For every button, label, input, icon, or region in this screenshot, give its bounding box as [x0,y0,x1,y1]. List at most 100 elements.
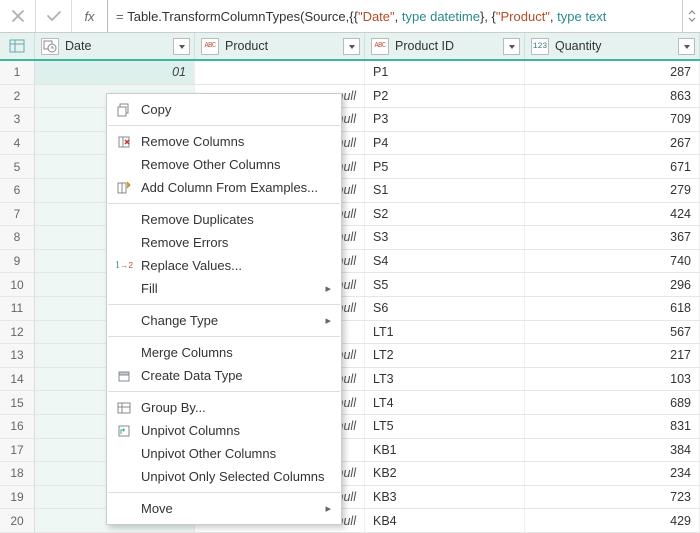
cell-date[interactable]: 01 [35,61,195,84]
column-header-date[interactable]: Date [35,33,195,59]
formula-input[interactable]: = Table.TransformColumnTypes(Source,{{"D… [108,0,682,32]
row-number[interactable]: 5 [0,155,35,178]
cell-productid[interactable]: KB3 [365,486,525,509]
row-number[interactable]: 10 [0,273,35,296]
cell-quantity[interactable]: 217 [525,344,700,367]
menu-group-by[interactable]: Group By... [107,396,341,419]
row-number[interactable]: 8 [0,226,35,249]
cell-quantity[interactable]: 296 [525,273,700,296]
cell-productid[interactable]: S4 [365,250,525,273]
table-corner[interactable] [0,33,35,59]
cell-productid[interactable]: S3 [365,226,525,249]
table-row[interactable]: 13nullLT2217 [0,344,700,368]
menu-remove-errors[interactable]: Remove Errors [107,231,341,254]
row-number[interactable]: 2 [0,85,35,108]
table-row[interactable]: 17 KB1384 [0,439,700,463]
cell-productid[interactable]: P4 [365,132,525,155]
cell-quantity[interactable]: 723 [525,486,700,509]
row-number[interactable]: 17 [0,439,35,462]
cell-productid[interactable]: KB2 [365,462,525,485]
table-row[interactable]: 15nullLT4689 [0,391,700,415]
row-number[interactable]: 19 [0,486,35,509]
menu-replace-values[interactable]: 1→2Replace Values... [107,254,341,277]
cell-productid[interactable]: S5 [365,273,525,296]
filter-dropdown[interactable] [343,38,360,55]
table-row[interactable]: 10nullS5296 [0,273,700,297]
cell-quantity[interactable]: 103 [525,368,700,391]
row-number[interactable]: 15 [0,391,35,414]
cell-quantity[interactable]: 287 [525,61,700,84]
table-row[interactable]: 7nullS2424 [0,203,700,227]
menu-unpivot-columns[interactable]: Unpivot Columns [107,419,341,442]
cell-quantity[interactable]: 671 [525,155,700,178]
cell-quantity[interactable]: 709 [525,108,700,131]
cell-productid[interactable]: LT2 [365,344,525,367]
menu-merge-columns[interactable]: Merge Columns [107,341,341,364]
cell-productid[interactable]: S2 [365,203,525,226]
cell-quantity[interactable]: 863 [525,85,700,108]
cell-product[interactable] [195,61,365,84]
cell-quantity[interactable]: 384 [525,439,700,462]
cell-productid[interactable]: S6 [365,297,525,320]
filter-dropdown[interactable] [173,38,190,55]
cell-quantity[interactable]: 429 [525,509,700,532]
formula-scroll[interactable] [682,0,700,32]
text-type-icon[interactable]: ABC [371,38,389,55]
cell-quantity[interactable]: 618 [525,297,700,320]
row-number[interactable]: 20 [0,509,35,532]
table-row[interactable]: 4nullP4267 [0,132,700,156]
filter-dropdown[interactable] [678,38,695,55]
cell-productid[interactable]: P5 [365,155,525,178]
cell-productid[interactable]: S1 [365,179,525,202]
table-row[interactable]: 101P1287 [0,61,700,85]
menu-add-column-from-examples[interactable]: Add Column From Examples... [107,176,341,199]
cell-quantity[interactable]: 279 [525,179,700,202]
cell-productid[interactable]: LT3 [365,368,525,391]
cell-productid[interactable]: P1 [365,61,525,84]
text-type-icon[interactable]: ABC [201,38,219,55]
table-row[interactable]: 5nullP5671 [0,155,700,179]
row-number[interactable]: 13 [0,344,35,367]
table-row[interactable]: 9nullS4740 [0,250,700,274]
cell-quantity[interactable]: 689 [525,391,700,414]
menu-copy[interactable]: Copy [107,98,341,121]
cell-quantity[interactable]: 367 [525,226,700,249]
table-row[interactable]: 18nullnullKB2234 [0,462,700,486]
cell-quantity[interactable]: 831 [525,415,700,438]
row-number[interactable]: 7 [0,203,35,226]
row-number[interactable]: 9 [0,250,35,273]
table-row[interactable]: 8nullS3367 [0,226,700,250]
menu-create-data-type[interactable]: Create Data Type [107,364,341,387]
row-number[interactable]: 14 [0,368,35,391]
row-number[interactable]: 3 [0,108,35,131]
cell-quantity[interactable]: 267 [525,132,700,155]
row-number[interactable]: 18 [0,462,35,485]
row-number[interactable]: 4 [0,132,35,155]
table-row[interactable]: 12 LT1567 [0,321,700,345]
table-row[interactable]: 6nullS1279 [0,179,700,203]
row-number[interactable]: 12 [0,321,35,344]
cell-productid[interactable]: KB4 [365,509,525,532]
cell-quantity[interactable]: 567 [525,321,700,344]
commit-button[interactable] [36,0,72,32]
table-row[interactable]: 20nullnullKB4429 [0,509,700,533]
table-row[interactable]: 14nullLT3103 [0,368,700,392]
row-number[interactable]: 11 [0,297,35,320]
number-type-icon[interactable]: 123 [531,38,549,55]
table-row[interactable]: 11nullS6618 [0,297,700,321]
table-row[interactable]: 2nullP2863 [0,85,700,109]
menu-unpivot-other-columns[interactable]: Unpivot Other Columns [107,442,341,465]
column-header-productid[interactable]: ABC Product ID [365,33,525,59]
column-header-quantity[interactable]: 123 Quantity [525,33,700,59]
table-row[interactable]: 19nullnullKB3723 [0,486,700,510]
menu-remove-duplicates[interactable]: Remove Duplicates [107,208,341,231]
menu-remove-columns[interactable]: Remove Columns [107,130,341,153]
menu-unpivot-selected-columns[interactable]: Unpivot Only Selected Columns [107,465,341,488]
cell-productid[interactable]: LT5 [365,415,525,438]
cell-quantity[interactable]: 740 [525,250,700,273]
cell-quantity[interactable]: 424 [525,203,700,226]
table-row[interactable]: 16nullLT5831 [0,415,700,439]
cell-productid[interactable]: LT1 [365,321,525,344]
cell-productid[interactable]: KB1 [365,439,525,462]
cell-productid[interactable]: LT4 [365,391,525,414]
